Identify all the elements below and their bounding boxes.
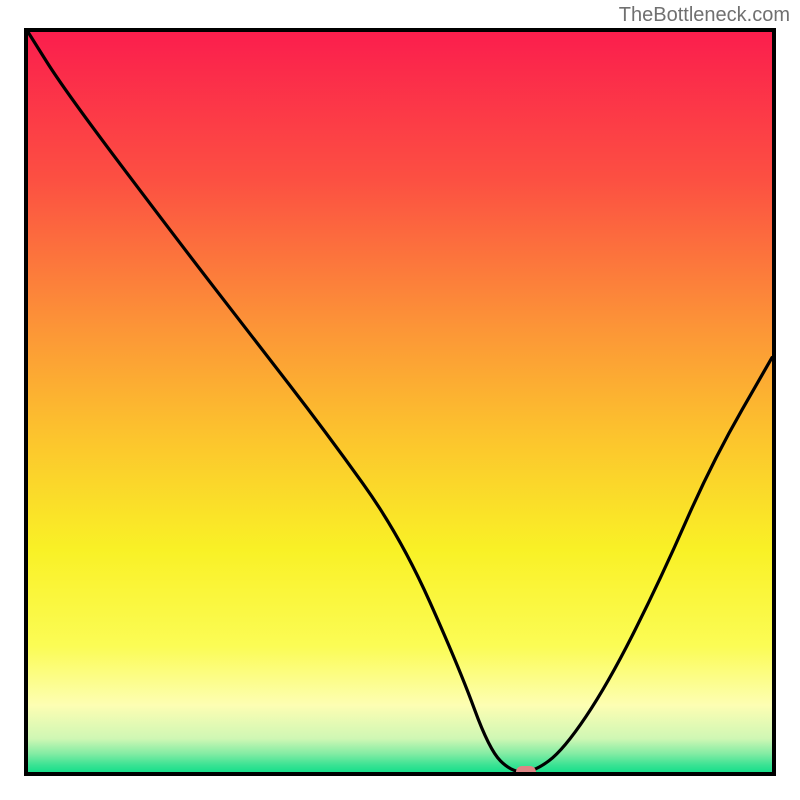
watermark-text: TheBottleneck.com xyxy=(619,4,790,27)
chart-frame xyxy=(24,28,776,776)
chart-marker xyxy=(516,766,536,776)
chart-background-gradient xyxy=(28,32,772,772)
